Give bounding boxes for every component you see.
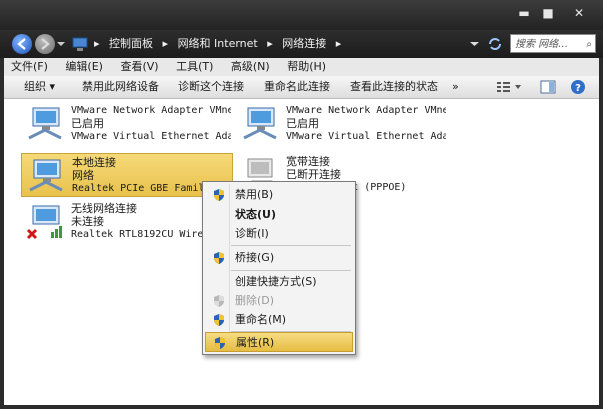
help-icon[interactable]: ? xyxy=(570,79,586,95)
minimize-button[interactable]: ▬ xyxy=(513,4,535,22)
context-item-create-shortcut[interactable]: 创建快捷方式(S) xyxy=(205,272,353,292)
network-folder-icon xyxy=(72,37,88,51)
more-commands-button[interactable]: » xyxy=(452,76,459,98)
context-item-properties[interactable]: 属性(R) xyxy=(205,332,353,352)
context-item-status[interactable]: 状态(U) xyxy=(205,205,353,225)
breadcrumb-separator: ▸ xyxy=(267,37,273,50)
menu-bar: 文件(F) 编辑(E) 查看(V) 工具(T) 高级(N) 帮助(H) xyxy=(4,58,599,77)
connection-status: 已启用 xyxy=(71,117,104,130)
connection-text: VMware Network Adapter VMnet1 已启用 VMware… xyxy=(71,104,231,143)
command-bar: 组织 ▾ 禁用此网络设备 诊断这个连接 重命名此连接 查看此连接的状态 » ? xyxy=(4,76,599,99)
context-item-label: 删除(D) xyxy=(235,294,275,307)
uac-shield-icon xyxy=(214,189,224,201)
breadcrumb-network-connections[interactable]: 网络连接 xyxy=(282,37,326,50)
connection-name: VMware Network Adapter VMnet8 xyxy=(286,105,446,116)
context-item-label: 禁用(B) xyxy=(235,188,274,201)
search-input[interactable]: 搜索 网络… ⌕ xyxy=(510,34,596,53)
menu-tools[interactable]: 工具(T) xyxy=(169,58,220,76)
menu-help[interactable]: 帮助(H) xyxy=(280,58,333,76)
connection-name: 本地连接 xyxy=(72,156,116,169)
context-item-bridge[interactable]: 桥接(G) xyxy=(205,248,353,268)
refresh-icon[interactable] xyxy=(487,36,503,52)
rename-button[interactable]: 重命名此连接 xyxy=(264,76,330,98)
context-item-disable[interactable]: 禁用(B) xyxy=(205,185,353,205)
wireless-adapter-icon xyxy=(26,205,62,240)
context-item-label: 状态(U) xyxy=(235,208,276,221)
address-bar: ▸ 控制面板 ▸ 网络和 Internet ▸ 网络连接 ▸ 搜索 网络… ⌕ xyxy=(0,30,603,58)
uac-shield-icon xyxy=(214,314,224,326)
diagnose-button[interactable]: 诊断这个连接 xyxy=(178,76,244,98)
connection-item-vmnet1[interactable]: VMware Network Adapter VMnet1 已启用 VMware… xyxy=(21,102,233,146)
context-item-label: 诊断(I) xyxy=(235,227,269,240)
breadcrumb-separator: ▸ xyxy=(162,37,169,50)
breadcrumb-network-internet[interactable]: 网络和 Internet xyxy=(178,37,258,50)
context-item-rename[interactable]: 重命名(M) xyxy=(205,310,353,330)
network-adapter-icon xyxy=(28,107,62,140)
title-bar: ▬ ■ ✕ xyxy=(0,0,603,30)
maximize-button[interactable]: ■ xyxy=(537,4,559,22)
view-options-icon[interactable] xyxy=(496,80,524,94)
history-dropdown-icon[interactable] xyxy=(57,40,65,48)
context-item-label: 重命名(M) xyxy=(235,313,287,326)
menu-advanced[interactable]: 高级(N) xyxy=(224,58,277,76)
preview-pane-icon[interactable] xyxy=(540,80,556,94)
breadcrumb: ▸ 控制面板 ▸ 网络和 Internet ▸ 网络连接 ▸ xyxy=(94,35,347,53)
context-item-label: 创建快捷方式(S) xyxy=(235,275,317,288)
organize-button[interactable]: 组织 ▾ xyxy=(24,76,55,98)
uac-shield-icon xyxy=(214,252,224,264)
back-button[interactable] xyxy=(12,34,32,54)
back-arrow-icon xyxy=(17,38,26,50)
view-status-button[interactable]: 查看此连接的状态 xyxy=(350,76,438,98)
forward-button[interactable] xyxy=(35,34,55,54)
connection-name: VMware Network Adapter VMnet1 xyxy=(71,105,231,116)
breadcrumb-separator: ▸ xyxy=(94,37,100,50)
connection-name: 宽带连接 xyxy=(286,155,330,168)
search-icon[interactable]: ⌕ xyxy=(586,35,592,54)
uac-shield-icon xyxy=(214,295,224,307)
connection-text: VMware Network Adapter VMnet8 已启用 VMware… xyxy=(286,104,446,143)
menu-view[interactable]: 查看(V) xyxy=(113,58,165,76)
context-item-delete[interactable]: 删除(D) xyxy=(205,291,353,311)
uac-shield-icon xyxy=(215,337,225,349)
connection-device: VMware Virtual Ethernet Adap... xyxy=(286,131,446,142)
svg-text:?: ? xyxy=(575,83,581,94)
menu-file[interactable]: 文件(F) xyxy=(4,58,55,76)
address-dropdown-icon[interactable] xyxy=(470,40,479,48)
disable-device-button[interactable]: 禁用此网络设备 xyxy=(82,76,159,98)
connection-device: VMware Virtual Ethernet Adap... xyxy=(71,131,231,142)
breadcrumb-separator: ▸ xyxy=(335,37,342,50)
connection-item-vmnet8[interactable]: VMware Network Adapter VMnet8 已启用 VMware… xyxy=(236,102,448,146)
menu-separator xyxy=(231,245,351,246)
forward-arrow-icon xyxy=(41,38,50,50)
network-adapter-icon xyxy=(29,159,63,192)
breadcrumb-control-panel[interactable]: 控制面板 xyxy=(109,37,153,50)
connection-status: 已启用 xyxy=(286,117,319,130)
menu-edit[interactable]: 编辑(E) xyxy=(58,58,110,76)
close-button[interactable]: ✕ xyxy=(568,4,590,22)
search-placeholder: 搜索 网络… xyxy=(515,39,569,50)
network-adapter-icon xyxy=(243,107,277,140)
connection-status: 已断开连接 xyxy=(286,168,341,181)
context-item-label: 属性(R) xyxy=(236,336,275,349)
context-item-diagnose[interactable]: 诊断(I) xyxy=(205,224,353,244)
menu-separator xyxy=(231,270,351,271)
context-item-label: 桥接(G) xyxy=(235,251,275,264)
context-menu: 禁用(B) 状态(U) 诊断(I) 桥接(G) 创建快捷方式(S) 删除(D) … xyxy=(202,181,356,355)
